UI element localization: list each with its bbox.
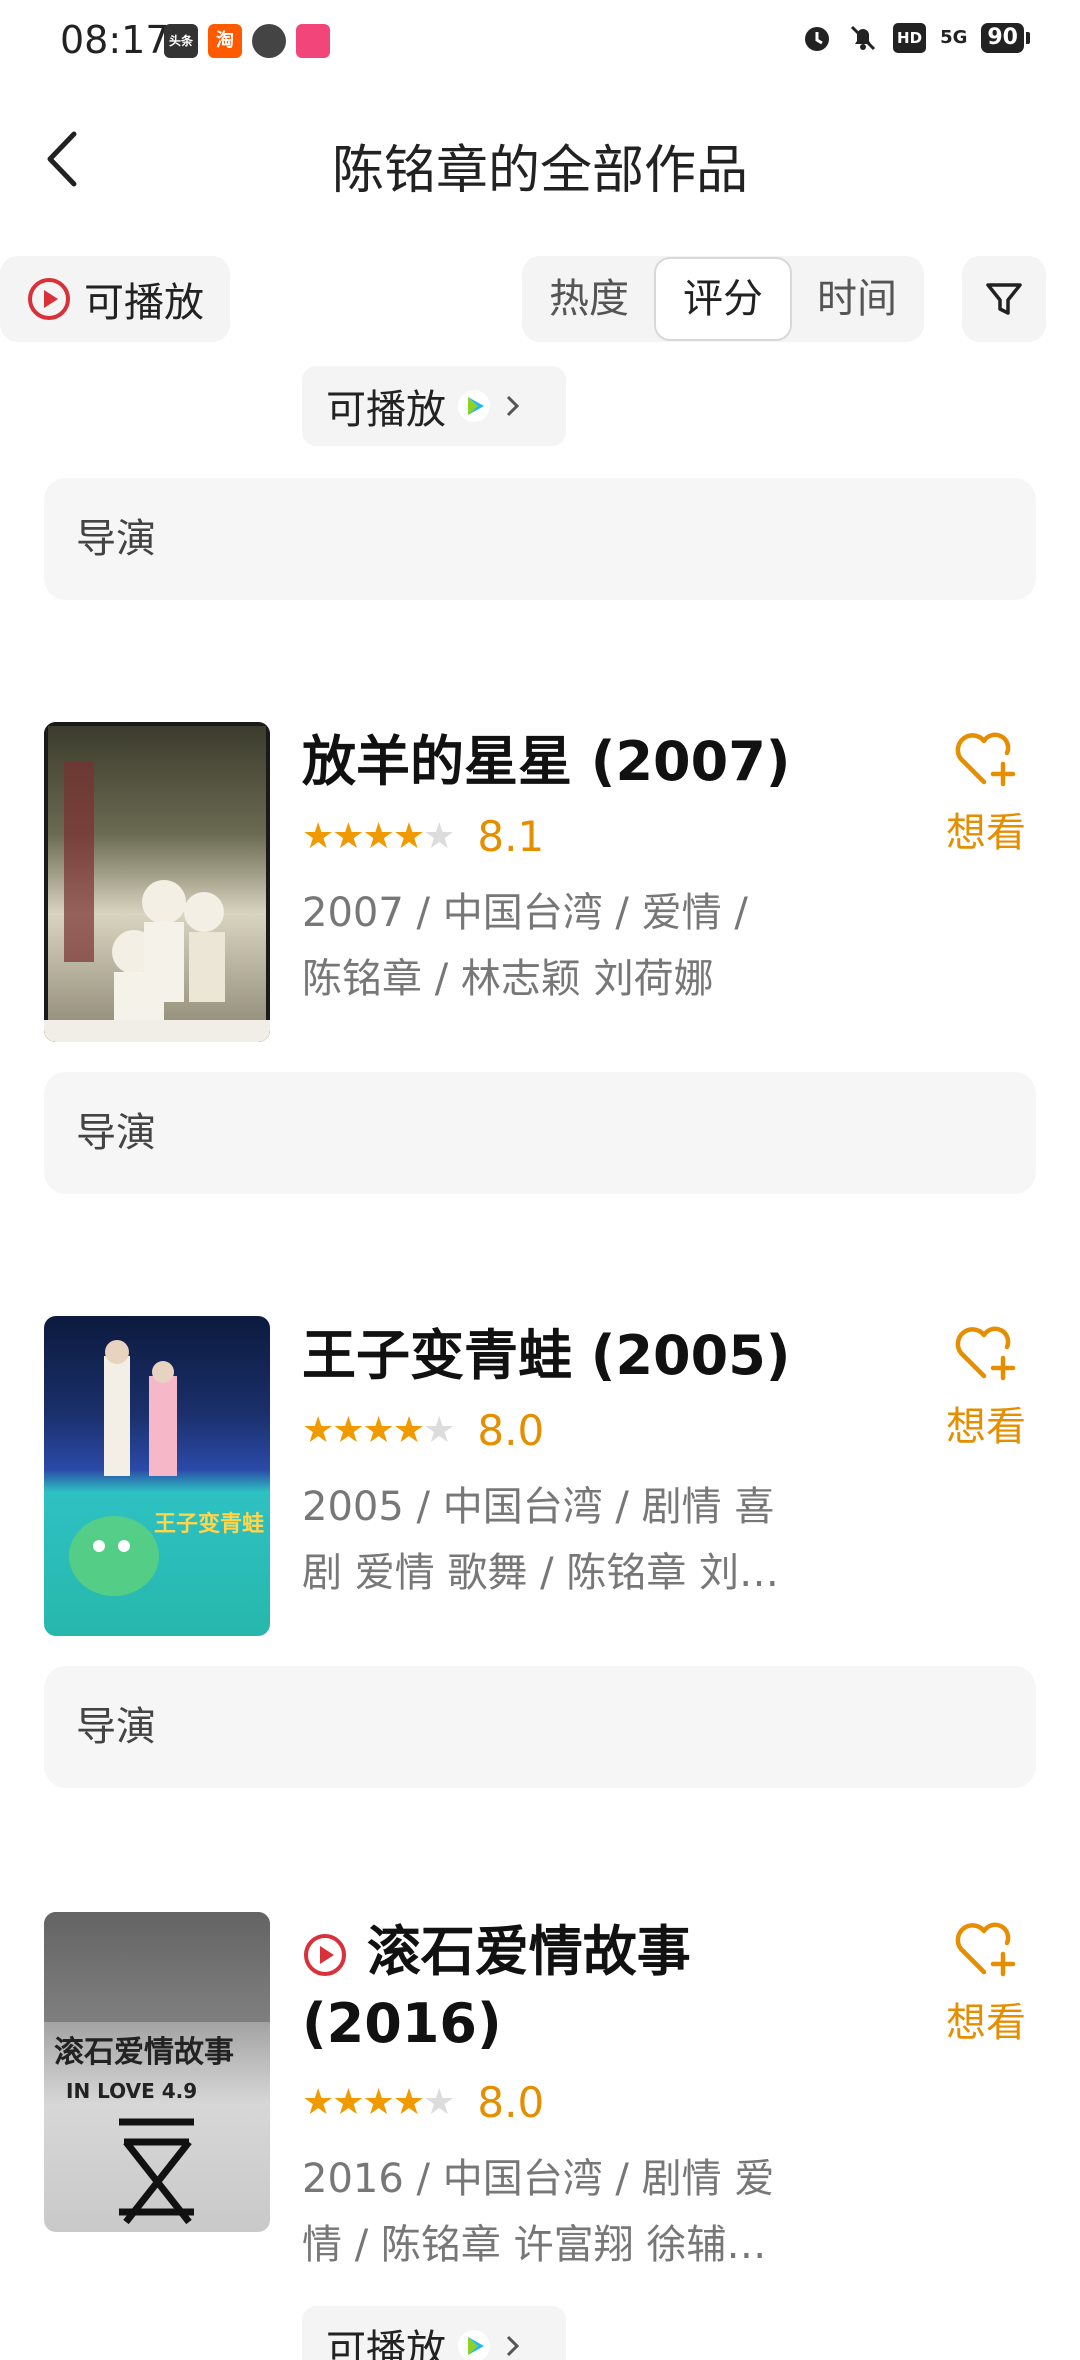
want-label: 想看 [946,2000,1026,2046]
movie-poster[interactable]: 滚石爱情故事 IN LOVE 4.9 [44,1912,270,2232]
playable-chip[interactable]: 可播放 [302,366,566,446]
svg-text:王子变青蛙: 王子变青蛙 [154,1511,264,1537]
movie-meta-line: 2005 / 中国台湾 / 剧情 喜 [302,1484,775,1530]
star-rating: ★★★★★ [302,1410,455,1451]
movie-title[interactable]: 王子变青蛙 (2005) [302,1320,942,1392]
hd-badge: HD [893,23,927,53]
star-rating: ★★★★★ [302,816,455,857]
want-to-watch-button[interactable]: 想看 [936,1916,1036,2048]
app-icon [296,24,330,58]
movie-title[interactable]: 滚石爱情故事 (2016) [302,1916,902,2060]
want-to-watch-button[interactable]: 想看 [936,1320,1036,1452]
movie-poster[interactable] [44,722,270,1042]
funnel-icon [986,283,1022,315]
rating-score: 8.1 [477,812,545,861]
heart-plus-icon [955,1922,1016,1977]
movie-meta-line: 2007 / 中国台湾 / 爱情 / [302,890,748,936]
movie-title-line: 滚石爱情故事 [366,1920,691,1983]
role-label-bar: 导演 [44,478,1036,600]
svg-text:IN LOVE 4.9: IN LOVE 4.9 [66,2079,197,2103]
signal-icon: 5G [940,27,968,48]
movie-meta-line: 情 / 陈铭章 许富翔 徐辅… [302,2222,767,2268]
movie-item[interactable]: 放羊的星星 (2007) ★★★★★ 8.1 2007 / 中国台湾 / 爱情 … [44,722,1036,1062]
movie-meta-line: 剧 爱情 歌舞 / 陈铭章 刘… [302,1550,780,1596]
playable-filter-label: 可播放 [84,280,204,326]
chevron-right-icon [506,2335,520,2357]
rating-row: ★★★★★ 8.1 [302,812,544,861]
battery-icon: 90 [981,23,1030,53]
alarm-icon [805,27,830,51]
want-label: 想看 [946,810,1026,856]
poster-image: 滚石爱情故事 IN LOVE 4.9 [44,1912,270,2225]
sort-tab-hot[interactable]: 热度 [522,256,656,342]
star-rating: ★★★★★ [302,2082,455,2123]
sort-tab-time[interactable]: 时间 [790,256,924,342]
movie-item[interactable]: 滚石爱情故事 IN LOVE 4.9 滚石爱情故事 (2016) ★★★★★ 8… [44,1912,1036,2360]
status-icons: HD 5G 90 [801,22,1030,54]
movie-meta-line: 陈铭章 / 林志颖 刘荷娜 [302,956,714,1002]
tencent-video-icon [458,2330,490,2360]
sort-tab-rating[interactable]: 评分 [654,257,792,341]
chevron-right-icon [506,395,520,417]
mute-bell-icon [850,25,876,51]
rating-score: 8.0 [477,2078,545,2127]
heart-plus-icon [955,1326,1016,1381]
play-circle-icon [28,278,70,320]
heart-plus-icon [955,732,1016,787]
playable-chip-label: 可播放 [326,387,446,433]
playable-filter-button[interactable]: 可播放 [0,256,230,342]
app-icon [252,24,286,58]
want-label: 想看 [946,1404,1026,1450]
page-header: 陈铭章的全部作品 [0,110,1080,210]
page-title: 陈铭章的全部作品 [331,141,748,201]
poster-image: 王子变青蛙 [69,1340,264,1596]
status-time: 08:17 [60,18,170,62]
movie-title-line: (2016) [302,1992,502,2055]
filter-row: 可播放 热度 评分 时间 [0,256,1080,344]
tencent-video-icon [458,390,490,422]
movie-poster[interactable]: 王子变青蛙 [44,1316,270,1636]
movie-title[interactable]: 放羊的星星 (2007) [302,726,942,798]
rating-row: ★★★★★ 8.0 [302,1406,544,1455]
filter-button[interactable] [962,256,1046,342]
svg-text:滚石爱情故事: 滚石爱情故事 [54,2035,234,2070]
sort-tabs: 热度 评分 时间 [522,256,924,342]
play-circle-icon [304,1934,346,1977]
movie-item[interactable]: 王子变青蛙 王子变青蛙 (2005) ★★★★★ 8.0 2005 / 中国台湾… [44,1316,1036,1656]
rating-row: ★★★★★ 8.0 [302,2078,544,2127]
playable-chip[interactable]: 可播放 [302,2306,566,2360]
want-to-watch-button[interactable]: 想看 [936,726,1036,858]
poster-image [44,722,270,1042]
role-label-bar: 导演 [44,1666,1036,1788]
movie-meta-line: 2016 / 中国台湾 / 剧情 爱 [302,2156,775,2202]
taobao-app-icon: 淘 [208,24,242,58]
toutiao-app-icon: 头条 [164,24,198,58]
playable-chip-label: 可播放 [326,2327,446,2360]
role-label-bar: 导演 [44,1072,1036,1194]
rating-score: 8.0 [477,1406,545,1455]
status-bar: 08:17 头条 淘 HD 5G 90 [0,0,1080,84]
